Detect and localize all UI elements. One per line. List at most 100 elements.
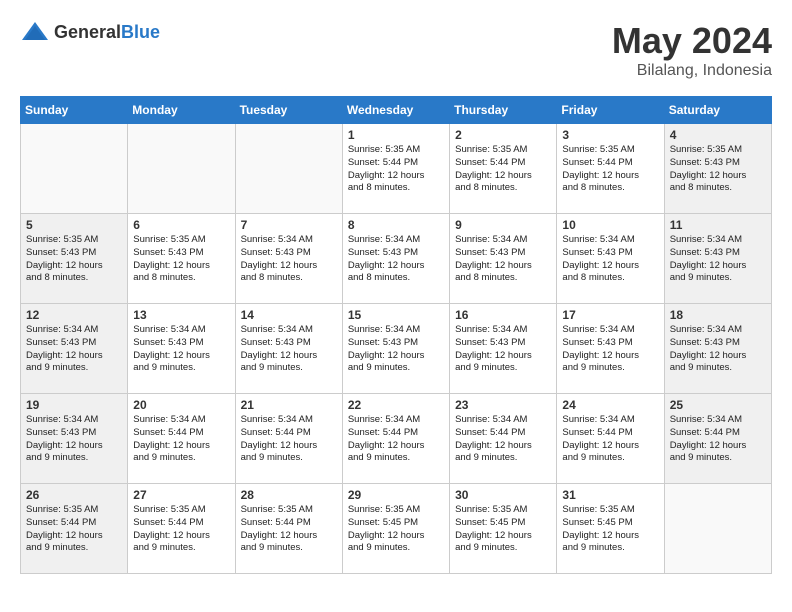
day-info: Sunrise: 5:34 AM Sunset: 5:44 PM Dayligh…	[348, 414, 444, 465]
day-number: 9	[455, 218, 551, 232]
weekday-header: Thursday	[450, 97, 557, 124]
day-info: Sunrise: 5:34 AM Sunset: 5:43 PM Dayligh…	[133, 324, 229, 375]
calendar-cell: 18Sunrise: 5:34 AM Sunset: 5:43 PM Dayli…	[664, 304, 771, 394]
day-number: 12	[26, 308, 122, 322]
day-number: 20	[133, 398, 229, 412]
day-number: 21	[241, 398, 337, 412]
page-header: GeneralBlue May 2024 Bilalang, Indonesia	[20, 20, 772, 80]
calendar-cell: 15 Sunrise: 5:34 AM Sunset: 5:43 PM Dayli…	[342, 304, 449, 394]
logo-general-text: General	[54, 22, 121, 42]
day-number: 6	[133, 218, 229, 232]
day-number: 17	[562, 308, 658, 322]
calendar-cell: 23 Sunrise: 5:34 AM Sunset: 5:44 PM Dayli…	[450, 394, 557, 484]
day-info: Sunrise: 5:34 AM Sunset: 5:43 PM Dayligh…	[241, 234, 337, 285]
day-info: Sunrise: 5:34 AM Sunset: 5:43 PM Dayligh…	[348, 234, 444, 285]
day-info: Sunrise: 5:34 AM Sunset: 5:43 PM Dayligh…	[455, 234, 551, 285]
day-info: Sunrise: 5:35 AM Sunset: 5:44 PM Dayligh…	[133, 504, 229, 555]
calendar-cell: 22 Sunrise: 5:34 AM Sunset: 5:44 PM Dayli…	[342, 394, 449, 484]
day-number: 30	[455, 488, 551, 502]
location-subtitle: Bilalang, Indonesia	[612, 62, 772, 80]
day-number: 23	[455, 398, 551, 412]
day-info: Sunrise: 5:34 AM Sunset: 5:43 PM Dayligh…	[241, 324, 337, 375]
calendar-week-row: 5 Sunrise: 5:35 AM Sunset: 5:43 PM Daylig…	[21, 214, 772, 304]
calendar-cell: 13 Sunrise: 5:34 AM Sunset: 5:43 PM Dayli…	[128, 304, 235, 394]
calendar-cell: 14 Sunrise: 5:34 AM Sunset: 5:43 PM Dayli…	[235, 304, 342, 394]
title-block: May 2024 Bilalang, Indonesia	[612, 20, 772, 80]
day-number: 28	[241, 488, 337, 502]
day-info: Sunrise: 5:34 AM Sunset: 5:44 PM Dayligh…	[455, 414, 551, 465]
weekday-header: Sunday	[21, 97, 128, 124]
calendar-cell	[128, 124, 235, 214]
day-info: Sunrise: 5:34 AM Sunset: 5:43 PM Dayligh…	[670, 324, 766, 375]
day-number: 14	[241, 308, 337, 322]
day-info: Sunrise: 5:35 AM Sunset: 5:44 PM Dayligh…	[455, 144, 551, 195]
day-info: Sunrise: 5:35 AM Sunset: 5:43 PM Dayligh…	[133, 234, 229, 285]
day-info: Sunrise: 5:34 AM Sunset: 5:43 PM Dayligh…	[26, 414, 122, 465]
day-number: 5	[26, 218, 122, 232]
day-info: Sunrise: 5:35 AM Sunset: 5:43 PM Dayligh…	[26, 234, 122, 285]
day-info: Sunrise: 5:34 AM Sunset: 5:43 PM Dayligh…	[455, 324, 551, 375]
day-info: Sunrise: 5:34 AM Sunset: 5:43 PM Dayligh…	[562, 324, 658, 375]
day-info: Sunrise: 5:34 AM Sunset: 5:44 PM Dayligh…	[562, 414, 658, 465]
month-year-title: May 2024	[612, 20, 772, 62]
calendar-week-row: 26 Sunrise: 5:35 AM Sunset: 5:44 PM Dayli…	[21, 484, 772, 574]
day-info: Sunrise: 5:34 AM Sunset: 5:43 PM Dayligh…	[670, 234, 766, 285]
calendar-cell: 8 Sunrise: 5:34 AM Sunset: 5:43 PM Daylig…	[342, 214, 449, 304]
day-number: 27	[133, 488, 229, 502]
logo-icon	[20, 20, 50, 44]
day-number: 13	[133, 308, 229, 322]
calendar-week-row: 12 Sunrise: 5:34 AM Sunset: 5:43 PM Dayli…	[21, 304, 772, 394]
calendar-cell: 20 Sunrise: 5:34 AM Sunset: 5:44 PM Dayli…	[128, 394, 235, 484]
day-number: 15	[348, 308, 444, 322]
day-number: 29	[348, 488, 444, 502]
weekday-header: Saturday	[664, 97, 771, 124]
calendar-cell: 2 Sunrise: 5:35 AM Sunset: 5:44 PM Daylig…	[450, 124, 557, 214]
calendar-header-row: SundayMondayTuesdayWednesdayThursdayFrid…	[21, 97, 772, 124]
calendar-cell: 4Sunrise: 5:35 AM Sunset: 5:43 PM Daylig…	[664, 124, 771, 214]
day-info: Sunrise: 5:35 AM Sunset: 5:45 PM Dayligh…	[562, 504, 658, 555]
day-info: Sunrise: 5:34 AM Sunset: 5:43 PM Dayligh…	[562, 234, 658, 285]
day-number: 7	[241, 218, 337, 232]
calendar-cell: 27 Sunrise: 5:35 AM Sunset: 5:44 PM Dayli…	[128, 484, 235, 574]
day-number: 19	[26, 398, 122, 412]
day-number: 2	[455, 128, 551, 142]
calendar-cell: 11 Sunrise: 5:34 AM Sunset: 5:43 PM Dayli…	[664, 214, 771, 304]
calendar-cell: 24 Sunrise: 5:34 AM Sunset: 5:44 PM Dayli…	[557, 394, 664, 484]
calendar-cell: 7 Sunrise: 5:34 AM Sunset: 5:43 PM Daylig…	[235, 214, 342, 304]
calendar-cell: 21 Sunrise: 5:34 AM Sunset: 5:44 PM Dayli…	[235, 394, 342, 484]
calendar-cell	[235, 124, 342, 214]
calendar-cell	[664, 484, 771, 574]
day-info: Sunrise: 5:34 AM Sunset: 5:44 PM Dayligh…	[133, 414, 229, 465]
day-info: Sunrise: 5:34 AM Sunset: 5:44 PM Dayligh…	[241, 414, 337, 465]
logo: GeneralBlue	[20, 20, 160, 44]
day-number: 26	[26, 488, 122, 502]
day-number: 25	[670, 398, 766, 412]
day-number: 11	[670, 218, 766, 232]
day-info: Sunrise: 5:35 AM Sunset: 5:44 PM Dayligh…	[562, 144, 658, 195]
calendar-cell	[21, 124, 128, 214]
calendar-cell: 19 Sunrise: 5:34 AM Sunset: 5:43 PM Dayli…	[21, 394, 128, 484]
weekday-header: Wednesday	[342, 97, 449, 124]
day-number: 24	[562, 398, 658, 412]
calendar-cell: 10 Sunrise: 5:34 AM Sunset: 5:43 PM Dayli…	[557, 214, 664, 304]
calendar-cell: 9 Sunrise: 5:34 AM Sunset: 5:43 PM Daylig…	[450, 214, 557, 304]
day-number: 3	[562, 128, 658, 142]
day-number: 8	[348, 218, 444, 232]
calendar-cell: 17 Sunrise: 5:34 AM Sunset: 5:43 PM Dayli…	[557, 304, 664, 394]
day-number: 4	[670, 128, 766, 142]
calendar-cell: 26Sunrise: 5:35 AM Sunset: 5:44 PM Dayli…	[21, 484, 128, 574]
day-info: Sunrise: 5:35 AM Sunset: 5:45 PM Dayligh…	[455, 504, 551, 555]
day-number: 31	[562, 488, 658, 502]
weekday-header: Tuesday	[235, 97, 342, 124]
day-number: 10	[562, 218, 658, 232]
weekday-header: Friday	[557, 97, 664, 124]
calendar-cell: 1Sunrise: 5:35 AM Sunset: 5:44 PM Daylig…	[342, 124, 449, 214]
day-info: Sunrise: 5:34 AM Sunset: 5:43 PM Dayligh…	[26, 324, 122, 375]
calendar-week-row: 19 Sunrise: 5:34 AM Sunset: 5:43 PM Dayli…	[21, 394, 772, 484]
calendar-cell: 29Sunrise: 5:35 AM Sunset: 5:45 PM Dayli…	[342, 484, 449, 574]
day-number: 22	[348, 398, 444, 412]
day-info: Sunrise: 5:34 AM Sunset: 5:43 PM Dayligh…	[348, 324, 444, 375]
calendar-cell: 3 Sunrise: 5:35 AM Sunset: 5:44 PM Daylig…	[557, 124, 664, 214]
day-info: Sunrise: 5:35 AM Sunset: 5:44 PM Dayligh…	[348, 144, 444, 195]
calendar-cell: 12 Sunrise: 5:34 AM Sunset: 5:43 PM Dayli…	[21, 304, 128, 394]
